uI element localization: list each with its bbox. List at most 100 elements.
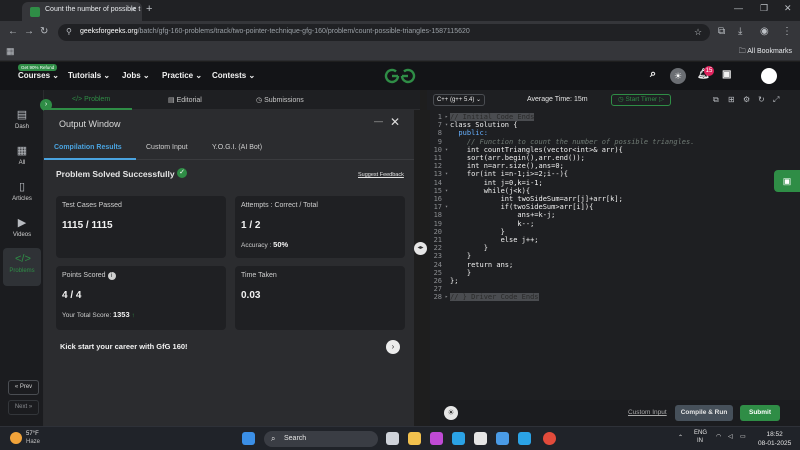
close-tab-icon[interactable]: ✕ (130, 5, 137, 14)
fold-toggle-icon[interactable]: ▸ (445, 294, 448, 300)
tab-submissions[interactable]: ◷ Submissions (256, 96, 304, 104)
tray-chevron-icon[interactable]: ⌃ (678, 434, 683, 441)
search-icon[interactable]: ⌕ (650, 68, 656, 81)
code-line[interactable]: int twoSideSum=arr[j]+arr[k]; (450, 195, 623, 203)
custom-input-link[interactable]: Custom Input (628, 409, 667, 416)
address-bar[interactable]: ⚲ geeksforgeeks.org/batch/gfg-160-proble… (58, 24, 710, 41)
fold-toggle-icon[interactable]: ▾ (445, 147, 448, 153)
nav-courses[interactable]: Courses ⌄ (18, 71, 59, 80)
code-line[interactable]: k--; (450, 220, 534, 228)
browser-tab[interactable]: Count the number of possible t ✕ (22, 2, 142, 21)
language-select[interactable]: C++ (g++ 5.4) ⌄ (433, 94, 485, 106)
code-line[interactable]: }; (450, 277, 458, 285)
back-icon[interactable]: ← (8, 26, 18, 37)
tab-problem[interactable]: </> Problem (72, 96, 110, 103)
nav-practice[interactable]: Practice ⌄ (162, 71, 202, 80)
suggest-feedback-link[interactable]: Suggest Feedback (358, 172, 404, 178)
gfg-logo[interactable] (384, 67, 416, 85)
close-window-icon[interactable]: ✕ (784, 3, 792, 14)
dropbox-icon[interactable] (518, 432, 531, 445)
restore-window-icon[interactable]: ❐ (760, 3, 768, 14)
user-avatar[interactable] (761, 68, 777, 84)
format-icon[interactable]: ⊞ (728, 95, 735, 104)
code-line[interactable]: class Solution { (450, 121, 517, 129)
chevron-right-icon[interactable]: › (386, 340, 400, 354)
forward-icon[interactable]: → (24, 26, 34, 37)
code-line[interactable]: } (450, 252, 471, 260)
theme-toggle-icon[interactable]: ☀ (670, 68, 686, 84)
tab-yogi-ai-bot[interactable]: Y.O.G.I. (AI Bot) (212, 144, 262, 151)
editor-theme-icon[interactable]: ☀ (444, 406, 458, 420)
fold-toggle-icon[interactable]: ▸ (445, 114, 448, 120)
code-line[interactable]: // } Driver Code Ends (450, 293, 539, 302)
nav-contests[interactable]: Contests ⌄ (212, 71, 255, 80)
code-line[interactable]: sort(arr.begin(),arr.end()); (450, 154, 585, 162)
battery-icon[interactable]: ▭ (740, 433, 746, 440)
browser-menu-icon[interactable]: ⋮ (782, 26, 792, 37)
chrome-icon[interactable] (543, 432, 556, 445)
copy-icon[interactable]: ⧉ (713, 95, 719, 105)
prev-button[interactable]: « Prev (8, 380, 39, 395)
fold-toggle-icon[interactable]: ▾ (445, 188, 448, 194)
edge-icon[interactable] (452, 432, 465, 445)
code-line[interactable]: // Function to count the number of possi… (450, 138, 695, 146)
apps-grid-icon[interactable]: ▦ (6, 46, 15, 57)
chat-icon[interactable]: ▣ (722, 69, 731, 80)
reload-icon[interactable]: ↻ (40, 26, 48, 37)
code-line[interactable]: } (450, 244, 488, 252)
code-line[interactable]: int countTriangles(vector<int>& arr){ (450, 146, 623, 154)
tab-custom-input[interactable]: Custom Input (146, 144, 188, 151)
code-line[interactable]: public: (450, 129, 488, 137)
copilot-icon[interactable] (430, 432, 443, 445)
tab-compilation-results[interactable]: Compilation Results (54, 144, 122, 151)
nav-jobs[interactable]: Jobs ⌄ (122, 71, 150, 80)
extensions-icon[interactable]: ⧉ (718, 26, 725, 37)
minimize-window-icon[interactable]: — (734, 3, 743, 13)
submit-button[interactable]: Submit (740, 405, 780, 421)
sidebar-item-problems[interactable]: </> Problems (3, 248, 41, 286)
profile-icon[interactable]: ◉ (760, 26, 769, 37)
task-view-icon[interactable] (386, 432, 399, 445)
new-tab-icon[interactable]: + (146, 3, 152, 15)
fold-toggle-icon[interactable]: ▾ (445, 171, 448, 177)
chat-bubble-icon[interactable]: ▣ (774, 170, 800, 192)
file-explorer-icon[interactable] (408, 432, 421, 445)
nav-tutorials[interactable]: Tutorials ⌄ (68, 71, 110, 80)
sidebar-item-all[interactable]: ▦ All (3, 140, 41, 176)
bookmark-star-icon[interactable]: ☆ (694, 27, 702, 38)
code-line[interactable]: if(twoSideSum>arr[i]){ (450, 203, 594, 211)
code-line[interactable]: } (450, 269, 471, 277)
download-icon[interactable]: ⤓ (738, 26, 742, 37)
code-line[interactable]: int j=0,k=i-1; (450, 179, 543, 187)
code-line[interactable]: } (450, 228, 505, 236)
next-button[interactable]: Next » (8, 400, 39, 415)
sidebar-item-dash[interactable]: ▤ Dash (3, 104, 41, 140)
site-info-icon[interactable]: ⚲ (66, 27, 72, 36)
sidebar-item-videos[interactable]: ▶ Videos (3, 212, 41, 248)
compile-run-button[interactable]: Compile & Run (675, 405, 733, 421)
sidebar-item-articles[interactable]: ▯ Articles (3, 176, 41, 212)
close-output-icon[interactable]: ✕ (390, 115, 400, 129)
windows-start-icon[interactable] (242, 432, 255, 445)
taskbar-search[interactable]: ⌕ Search (264, 431, 378, 447)
all-bookmarks-button[interactable]: 🗀 All Bookmarks (739, 47, 792, 58)
fullscreen-icon[interactable]: ⤢ (773, 95, 779, 105)
fold-toggle-icon[interactable]: ▾ (445, 122, 448, 128)
outlook-icon[interactable] (496, 432, 509, 445)
taskbar-clock[interactable]: 18:52 08-01-2025 (758, 430, 791, 448)
language-indicator[interactable]: ENG (694, 430, 707, 436)
fold-toggle-icon[interactable]: ▾ (445, 204, 448, 210)
code-line[interactable]: return ans; (450, 261, 513, 269)
code-line[interactable]: ans+=k-j; (450, 211, 555, 219)
code-editor[interactable]: 1 ▸// Initial Code Ends 7 ▾ class Solution {… (430, 110, 800, 400)
store-icon[interactable] (474, 432, 487, 445)
start-timer-button[interactable]: ◷ Start Timer ▷ (611, 94, 671, 106)
resize-handle-icon[interactable]: ◂▸ (414, 242, 427, 255)
code-line[interactable]: // Initial Code Ends (450, 113, 535, 121)
minimize-output-icon[interactable]: — (374, 116, 383, 126)
code-line[interactable]: else j++; (450, 236, 539, 244)
info-icon[interactable]: i (107, 272, 116, 280)
wifi-icon[interactable]: ◠ (716, 433, 721, 440)
code-line[interactable]: int n=arr.size(),ans=0; (450, 162, 564, 170)
code-line[interactable]: while(j<k){ (450, 187, 530, 195)
